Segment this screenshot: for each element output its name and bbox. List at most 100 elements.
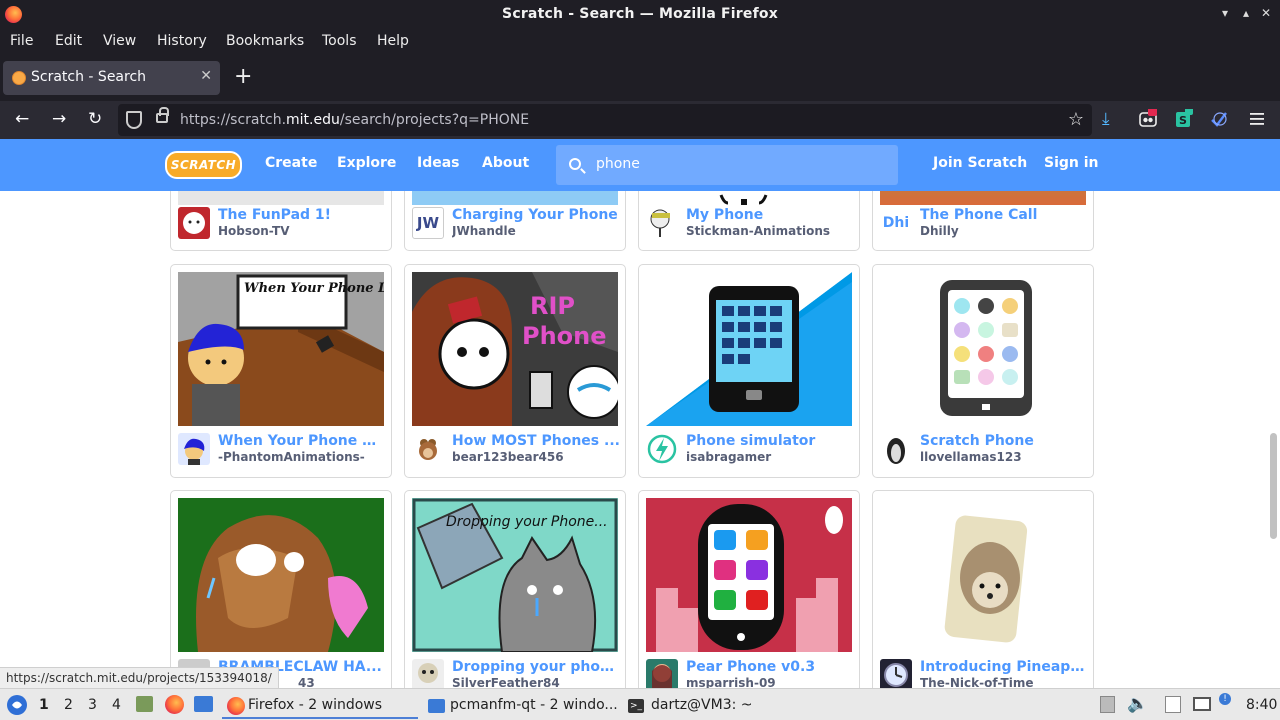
project-title[interactable]: Scratch Phone (920, 433, 1088, 449)
close-window-button[interactable]: ✕ (1259, 6, 1273, 20)
volume-icon[interactable]: 🔈 (1127, 694, 1148, 714)
project-author[interactable]: Stickman-Animations (686, 224, 854, 238)
menu-file[interactable]: File (10, 33, 33, 49)
desktop-launcher-icon[interactable] (194, 696, 213, 712)
project-author[interactable]: bear123bear456 (452, 450, 620, 464)
project-card[interactable]: Dropping your Phone... Dropping your pho… (404, 490, 626, 688)
user-avatar[interactable]: JW (412, 207, 444, 239)
project-thumbnail[interactable] (880, 272, 1086, 426)
menu-bookmarks[interactable]: Bookmarks (226, 33, 304, 49)
project-thumbnail[interactable] (880, 191, 1086, 205)
user-avatar[interactable] (178, 207, 210, 239)
project-thumbnail[interactable] (646, 191, 852, 205)
new-tab-button[interactable]: + (234, 66, 252, 88)
hamburger-menu-icon[interactable] (1247, 109, 1267, 129)
project-title[interactable]: Pear Phone v0.3 (686, 659, 854, 675)
user-avatar[interactable] (178, 433, 210, 465)
nav-create[interactable]: Create (265, 155, 317, 171)
user-avatar[interactable] (880, 433, 912, 465)
project-thumbnail[interactable] (646, 498, 852, 652)
project-title[interactable]: How MOST Phones ... (452, 433, 620, 449)
url-text[interactable]: https://scratch.mit.edu/search/projects?… (180, 112, 529, 128)
project-thumbnail[interactable]: Dropping your Phone... (412, 498, 618, 652)
project-title[interactable]: Dropping your phon... (452, 659, 620, 675)
menu-view[interactable]: View (103, 33, 136, 49)
back-button[interactable]: ← (15, 109, 29, 129)
project-thumbnail[interactable] (178, 498, 384, 652)
project-author[interactable]: Dhilly (920, 224, 1088, 238)
menu-edit[interactable]: Edit (55, 33, 82, 49)
project-thumbnail[interactable] (880, 498, 1086, 652)
project-thumbnail[interactable]: RIP Phone (412, 272, 618, 426)
workspace-1[interactable]: 1 (39, 697, 49, 713)
menu-history[interactable]: History (157, 33, 207, 49)
project-card[interactable]: Introducing Pineappl... The-Nick-of-Time (872, 490, 1094, 688)
task-pcmanfm[interactable]: pcmanfm-qt - 2 windo... (424, 691, 620, 719)
project-author[interactable]: SilverFeather84 (452, 676, 620, 688)
project-title[interactable]: Phone simulator (686, 433, 854, 449)
nav-about[interactable]: About (482, 155, 529, 171)
project-author[interactable]: Hobson-TV (218, 224, 386, 238)
close-tab-icon[interactable]: ✕ (200, 68, 212, 84)
project-card[interactable]: Scratch Phone llovellamas123 (872, 264, 1094, 478)
search-input[interactable]: phone (596, 156, 640, 172)
task-firefox[interactable]: Firefox - 2 windows (222, 691, 418, 719)
project-thumbnail[interactable] (178, 191, 384, 205)
project-author[interactable]: -PhantomAnimations- (218, 450, 386, 464)
nav-explore[interactable]: Explore (337, 155, 396, 171)
tracking-shield-icon[interactable] (126, 111, 142, 129)
project-card[interactable]: BRAMBLECLAW HA... 43 (170, 490, 392, 688)
project-title[interactable]: Introducing Pineappl... (920, 659, 1088, 675)
tab-scratch-search[interactable]: Scratch - Search ✕ (3, 61, 220, 95)
url-bar[interactable]: https://scratch.mit.edu/search/projects?… (118, 104, 1092, 136)
user-avatar[interactable]: Dhi (880, 207, 912, 239)
ublock-icon[interactable] (1138, 109, 1158, 129)
project-author[interactable]: msparrish-09 (686, 676, 854, 688)
menu-tools[interactable]: Tools (322, 33, 357, 49)
downloads-icon[interactable]: ⤓ (1102, 109, 1110, 129)
page-scrollbar[interactable] (1270, 433, 1277, 539)
network-tray-icon[interactable] (1193, 697, 1211, 711)
forward-button[interactable]: → (52, 109, 66, 129)
user-avatar[interactable] (646, 659, 678, 688)
lock-icon[interactable] (156, 107, 169, 123)
project-card[interactable]: When Your Phone Doesn't Charge When Your… (170, 264, 392, 478)
project-title[interactable]: The Phone Call (920, 207, 1088, 223)
project-author[interactable]: llovellamas123 (920, 450, 1088, 464)
project-card[interactable]: Pear Phone v0.3 msparrish-09 (638, 490, 860, 688)
project-title[interactable]: The FunPad 1! (218, 207, 386, 223)
nav-ideas[interactable]: Ideas (417, 155, 460, 171)
workspace-3[interactable]: 3 (88, 697, 97, 713)
project-card[interactable]: Dhi The Phone Call Dhilly (872, 191, 1094, 251)
project-title[interactable]: My Phone (686, 207, 854, 223)
notification-tray-icon[interactable]: ! (1219, 693, 1231, 705)
extension-icon[interactable]: S (1174, 109, 1194, 129)
task-terminal[interactable]: >_ dartz@VM3: ~ (626, 691, 816, 719)
user-avatar[interactable] (412, 659, 444, 688)
project-thumbnail[interactable] (412, 191, 618, 205)
project-card[interactable]: RIP Phone How MOST Phones ... bear123bea… (404, 264, 626, 478)
firefox-launcher-icon[interactable] (165, 695, 184, 714)
workspace-4[interactable]: 4 (112, 697, 121, 713)
project-title[interactable]: Charging Your Phone (452, 207, 620, 223)
workspace-2[interactable]: 2 (64, 697, 73, 713)
project-thumbnail[interactable] (646, 272, 852, 426)
scratch-logo[interactable]: SCRATCH (165, 151, 242, 179)
project-card[interactable]: The FunPad 1! Hobson-TV (170, 191, 392, 251)
project-thumbnail[interactable]: When Your Phone Doesn't Charge (178, 272, 384, 426)
project-card[interactable]: Phone simulator isabragamer (638, 264, 860, 478)
project-author[interactable]: isabragamer (686, 450, 854, 464)
maximize-button[interactable]: ▴ (1239, 6, 1253, 20)
project-card[interactable]: My Phone Stickman-Animations (638, 191, 860, 251)
clipboard-tray-icon[interactable] (1165, 696, 1181, 713)
project-author[interactable]: JWhandle (452, 224, 620, 238)
updates-tray-icon[interactable] (1100, 696, 1115, 713)
reload-button[interactable]: ↻ (88, 109, 102, 129)
bookmark-star-icon[interactable]: ☆ (1068, 109, 1084, 130)
sign-in-link[interactable]: Sign in (1044, 155, 1099, 171)
user-avatar[interactable] (646, 433, 678, 465)
sync-icon[interactable] (1209, 109, 1229, 129)
file-manager-launcher-icon[interactable] (136, 696, 153, 712)
menu-help[interactable]: Help (377, 33, 409, 49)
user-avatar[interactable] (646, 207, 678, 239)
